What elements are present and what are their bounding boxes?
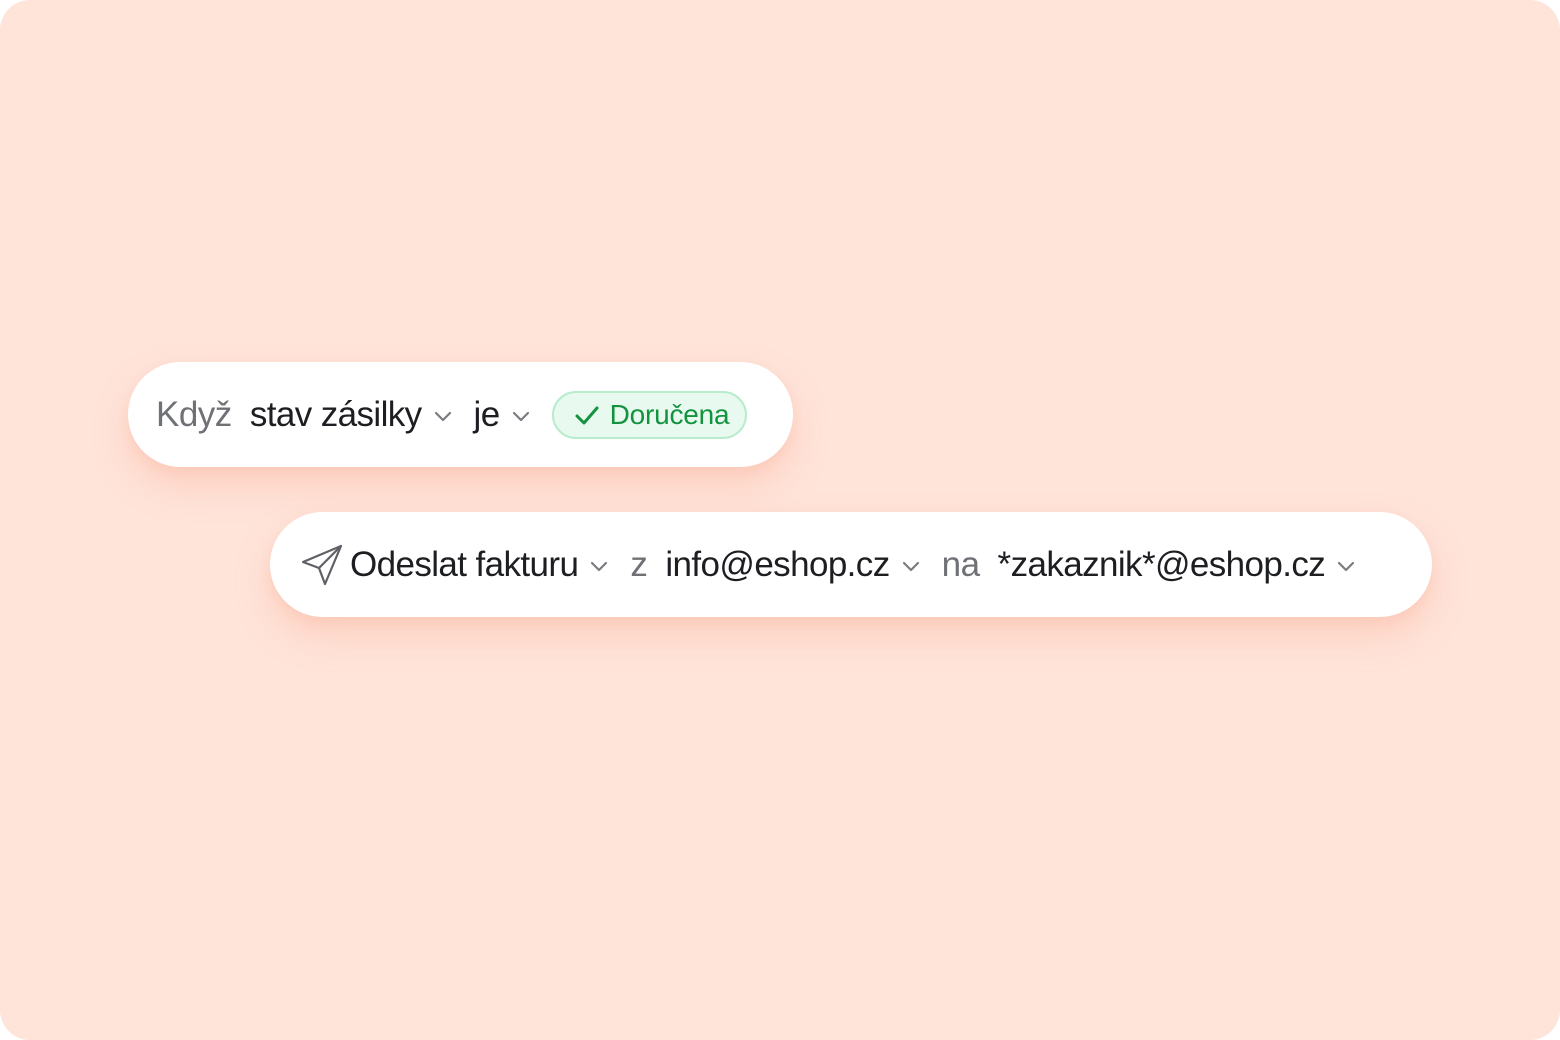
condition-rule: Když stav zásilky je Doručena — [128, 362, 793, 467]
chevron-down-icon — [512, 411, 529, 421]
field-dropdown[interactable]: stav zásilky — [250, 395, 452, 435]
status-badge-label: Doručena — [609, 398, 730, 430]
canvas-background: Když stav zásilky je Doručena Odeslat fa… — [0, 0, 1560, 1040]
from-label: z — [630, 544, 648, 584]
sender-label: info@eshop.cz — [665, 544, 890, 584]
action-type-label: Odeslat fakturu — [350, 544, 579, 584]
chevron-down-icon — [1338, 561, 1355, 571]
chevron-down-icon — [902, 561, 919, 571]
when-label: Když — [156, 394, 232, 434]
operator-label: je — [473, 394, 501, 434]
sender-dropdown[interactable]: info@eshop.cz — [665, 545, 919, 585]
send-icon — [301, 544, 343, 585]
chevron-down-icon — [591, 561, 608, 571]
operator-dropdown[interactable]: je — [474, 395, 530, 435]
to-label: na — [941, 544, 980, 584]
status-badge[interactable]: Doručena — [551, 390, 748, 439]
action-type-dropdown[interactable]: Odeslat fakturu — [350, 545, 608, 585]
check-icon — [575, 406, 599, 424]
recipient-dropdown[interactable]: *zakaznik*@eshop.cz — [998, 545, 1356, 585]
recipient-label: *zakaznik*@eshop.cz — [997, 544, 1326, 584]
chevron-down-icon — [434, 411, 451, 421]
field-label: stav zásilky — [249, 394, 422, 434]
action-rule: Odeslat fakturu z info@eshop.cz na *zaka… — [270, 512, 1432, 617]
